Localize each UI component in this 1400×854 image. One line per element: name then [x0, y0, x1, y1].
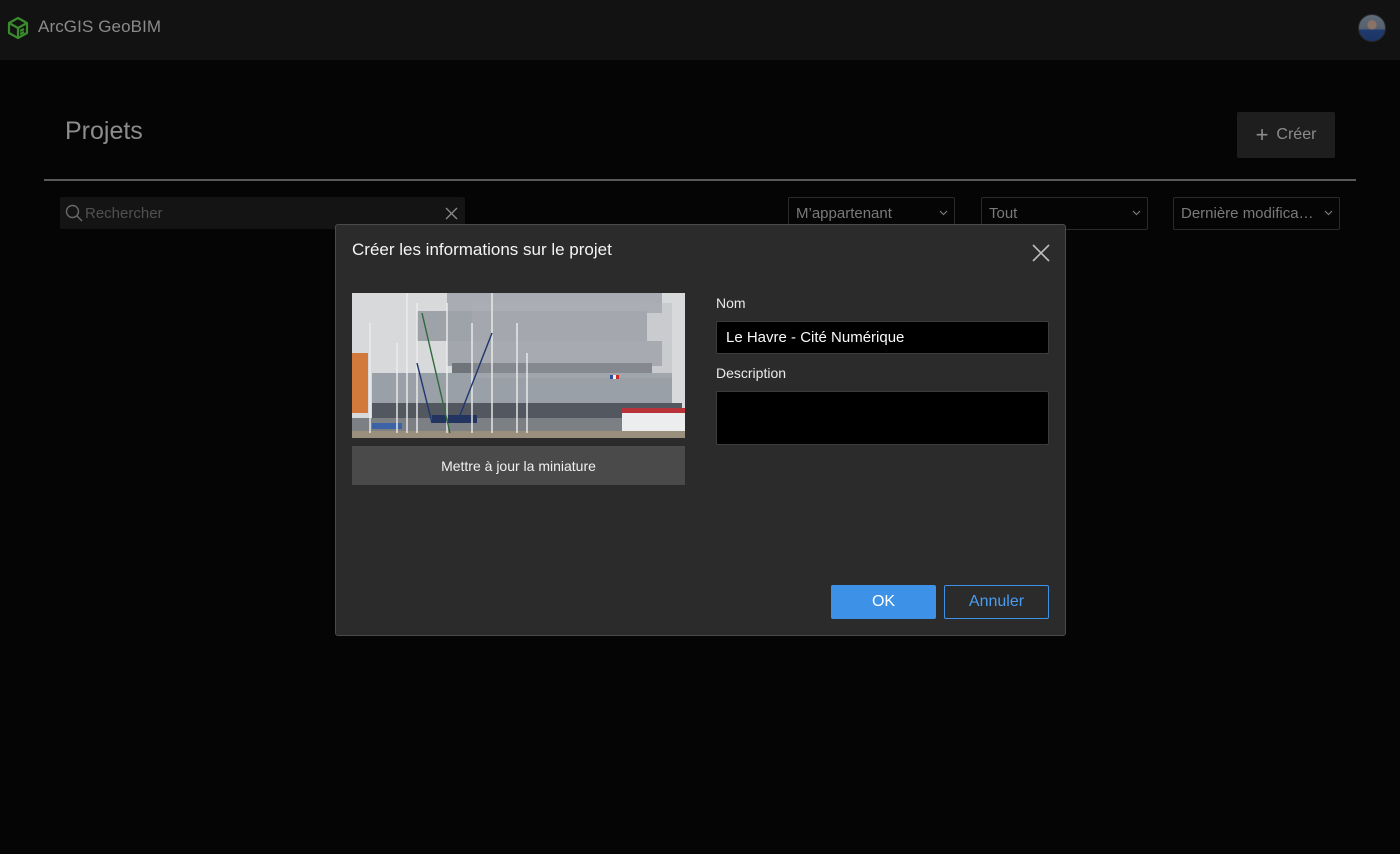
owner-filter-value: M’appartenant [796, 205, 892, 222]
user-avatar[interactable] [1358, 14, 1386, 42]
top-bar: ArcGIS GeoBIM [0, 0, 1400, 60]
ok-button[interactable]: OK [831, 585, 936, 619]
name-input[interactable] [716, 321, 1049, 354]
update-thumbnail-button[interactable]: Mettre à jour la miniature [352, 446, 685, 485]
header-divider [44, 179, 1356, 181]
plus-icon: + [1255, 122, 1269, 147]
chevron-down-icon [1324, 210, 1333, 216]
close-icon[interactable] [1031, 243, 1051, 263]
geobim-cube-icon [7, 16, 29, 40]
create-button-label: Créer [1276, 126, 1317, 143]
chevron-down-icon [1132, 210, 1141, 216]
dialog-title: Créer les informations sur le projet [352, 240, 612, 259]
clear-search-icon[interactable] [445, 207, 458, 220]
create-project-dialog: Créer les informations sur le projet Met… [335, 224, 1066, 636]
search-icon [65, 204, 83, 222]
chevron-down-icon [939, 210, 948, 216]
description-input[interactable] [716, 391, 1049, 445]
app-title: ArcGIS GeoBIM [38, 17, 162, 36]
project-thumbnail [352, 293, 685, 438]
create-project-button[interactable]: + Créer [1237, 112, 1335, 158]
page-title: Projets [65, 117, 143, 145]
thumbnail-image [352, 293, 685, 438]
sort-value: Dernière modifica… [1181, 205, 1314, 222]
name-label: Nom [716, 295, 746, 311]
sort-select[interactable]: Dernière modifica… [1173, 197, 1340, 230]
cancel-button[interactable]: Annuler [944, 585, 1049, 619]
type-filter-value: Tout [989, 205, 1018, 222]
description-label: Description [716, 365, 787, 381]
